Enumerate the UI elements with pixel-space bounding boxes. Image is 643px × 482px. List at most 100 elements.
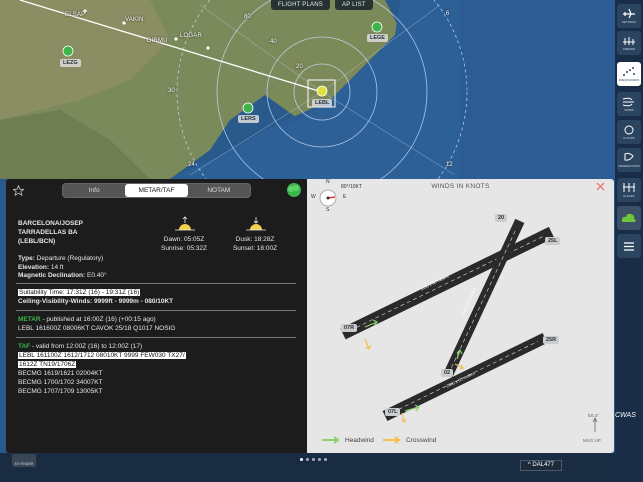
taf-line-3: BECMG 1619/1621 02004KT (18, 370, 103, 377)
north-arrow-icon (592, 417, 598, 432)
places-button[interactable]: PLACES (617, 178, 641, 202)
airport-marker-icon (62, 45, 74, 57)
airport-lezg[interactable]: LEZG (60, 59, 81, 67)
settings-button[interactable]: SETTINGS (617, 4, 641, 28)
page-dot[interactable] (324, 458, 327, 461)
finder-button[interactable]: EX FINDER (12, 454, 36, 467)
divider (16, 337, 296, 338)
flight-id: DAL477 (532, 462, 555, 468)
tab-ap-list[interactable]: AP LIST (335, 0, 373, 10)
airport-name-line2: TARRADELLAS BA (18, 229, 78, 236)
airport-info-panel: Info METAR/TAF NOTAM BARCELONA/JOSEP TAR… (6, 179, 614, 453)
airport-lege[interactable]: LEGE (367, 34, 388, 42)
airport-marker-icon (242, 102, 254, 114)
places-icon (623, 183, 635, 192)
right-toolbar: SETTINGS TERRAIN FREQ/NAVAIDS WINDS CLOU… (615, 0, 643, 482)
tab-metar-taf[interactable]: METAR/TAF (125, 184, 188, 197)
ring-label-12: 12 (446, 162, 453, 168)
metar-text: LEBL 161600Z 08006KT CAVOK 25/18 Q1017 N… (18, 325, 176, 332)
cloud-icon (621, 213, 636, 222)
observations-button[interactable]: OBSERVATIONS (617, 148, 641, 172)
toolbar-label: TERRAIN (622, 47, 636, 51)
terrain-button[interactable]: TERRAIN (617, 31, 641, 55)
weather-flag-icon (287, 183, 301, 197)
legend-headwind-label: Headwind (345, 436, 374, 444)
page-dot[interactable] (312, 458, 315, 461)
runway-label-02: 02 (441, 369, 454, 377)
menu-button[interactable] (617, 234, 641, 258)
toolbar-label: OBSERVATIONS (618, 164, 640, 168)
ring-label-40: 40 (270, 39, 277, 45)
taf-header: TAF - valid from 12:00Z (16) to 12:00Z (… (18, 343, 143, 350)
toolbar-label: CLOUDS (623, 136, 635, 140)
star-icon[interactable] (13, 185, 24, 196)
ring-label-80: 80 (244, 14, 251, 20)
observations-icon (624, 152, 634, 161)
toolbar-label: FREQ/NAVAIDS (618, 78, 640, 82)
airport-lebl[interactable]: LEBL (312, 99, 333, 107)
tab-info[interactable]: Info (63, 184, 125, 197)
runway-label-07r: 07R (341, 324, 358, 332)
waypoint-logar: LOGAR (180, 33, 203, 39)
mag-up-label: MAG UP (583, 438, 601, 443)
toolbar-label: SETTINGS (622, 20, 636, 24)
legend-headwind: Headwind (321, 436, 374, 444)
panel-tabs: Info METAR/TAF NOTAM (62, 183, 251, 198)
ceiling-visibility-winds: Ceiling-Visibility-Winds: 9999ft - 9999m… (18, 298, 174, 305)
taf-line-2: 1612Z TN19/1706Z (18, 361, 77, 368)
crosswind-arrow-icon (383, 436, 401, 444)
airport-type: Type: Departure (Regulatory) (18, 255, 104, 262)
weather-button[interactable] (617, 206, 641, 230)
tab-notam[interactable]: NOTAM (188, 184, 250, 197)
magnetic-declination: Magnetic Declination: E0.40° (18, 272, 107, 279)
airport-elevation: Elevation: 14 ft (18, 264, 64, 271)
dawn-time: Dawn: 05:05Z (163, 236, 205, 243)
metar-header: METAR - published at 16:00Z (16) (+00:15… (18, 316, 156, 323)
page-dots[interactable] (300, 458, 327, 461)
flight-tag[interactable]: ^ DAL477 (520, 460, 562, 471)
airport-info-left: Info METAR/TAF NOTAM BARCELONA/JOSEP TAR… (6, 179, 307, 453)
taf-line-4: BECMG 1700/1702 34007KT (18, 379, 103, 386)
runway-label-07l: 07L (385, 408, 401, 416)
airport-code: (LEBL/BCN) (18, 238, 56, 245)
navaids-button[interactable]: FREQ/NAVAIDS (617, 62, 641, 86)
waypoint-dirmu: DIRMU (147, 38, 168, 44)
legend-crosswind-label: Crosswind (406, 436, 437, 444)
winds-icon (622, 97, 634, 107)
winds-diagram: WINDS IN KNOTS N S W E 80°/10KT 07R 25L … (307, 179, 614, 453)
airport-name-line1: BARCELONA/JOSEP (18, 220, 84, 227)
divider (16, 310, 296, 311)
sunrise-icon (175, 216, 195, 231)
menu-icon (624, 241, 634, 251)
ring-label-20: 20 (296, 64, 303, 70)
headwind-arrow-icon (322, 436, 340, 444)
suitability-time: Suitability Time: 17:31Z (16) - 19:31Z (… (18, 289, 141, 296)
dusk-time: Dusk: 18:28Z (235, 236, 275, 243)
legend-crosswind: Crosswind (382, 436, 436, 444)
ring-label-6: 6 (446, 11, 450, 17)
runway-label-20: 20 (495, 214, 508, 222)
toolbar-label: WINDS (624, 108, 634, 112)
sunset-time: Sunset: 18:00Z (232, 245, 278, 252)
page-dot[interactable] (318, 458, 321, 461)
runway-label-25r: 25R (543, 336, 560, 344)
toolbar-label: PLACES (623, 194, 635, 198)
taf-line-5: BECMG 1707/1709 13005KT (18, 388, 103, 395)
terrain-icon (623, 37, 635, 45)
sunset-icon (246, 217, 266, 231)
waypoint-vakin: VAKIN (125, 17, 144, 23)
sunrise-time: Sunrise: 05:32Z (161, 245, 207, 252)
airport-lers[interactable]: LERS (238, 115, 259, 123)
tab-flight-plans[interactable]: FLIGHT PLANS (271, 0, 330, 10)
taf-line-1: LEBL 161100Z 1612/1712 08010KT 9999 FEW0… (18, 352, 186, 359)
winds-button[interactable]: WINDS (617, 92, 641, 116)
clouds-icon (624, 125, 634, 135)
waypoint-elsap: ELSAP (65, 12, 86, 18)
brand-logo: CWAS (615, 412, 636, 419)
runway-layout (340, 218, 555, 423)
ring-label-24: 24 (188, 162, 195, 168)
page-dot[interactable] (300, 458, 303, 461)
clouds-button[interactable]: CLOUDS (617, 120, 641, 144)
runway-label-25l: 25L (545, 237, 561, 245)
page-dot[interactable] (306, 458, 309, 461)
